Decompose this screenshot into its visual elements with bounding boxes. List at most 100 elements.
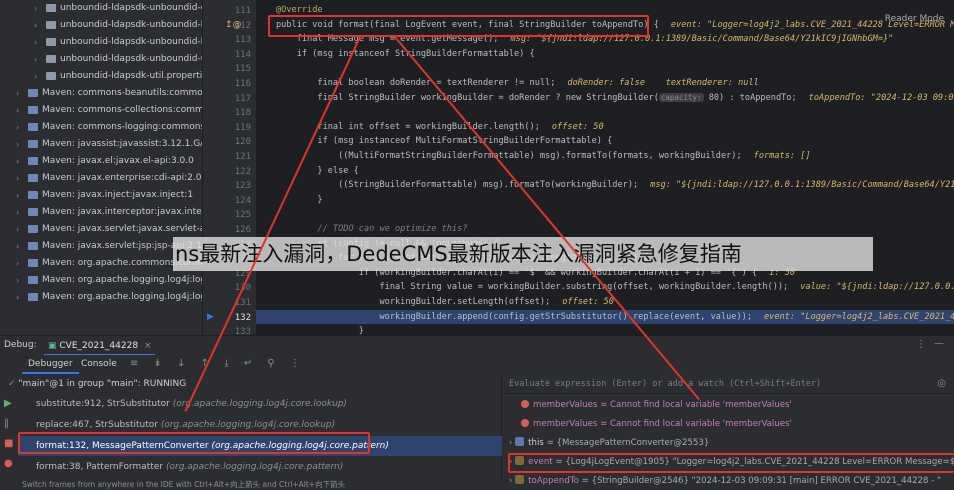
chevron-right-icon[interactable]: › [16, 238, 19, 255]
variable-row[interactable]: › toAppendTo = {StringBuilder@2546} "202… [503, 472, 954, 490]
view-breakpoints-icon[interactable]: ● [4, 458, 13, 469]
tree-item[interactable]: › unboundid-ldapsdk-unboundid-ld [0, 34, 202, 51]
code-line[interactable]: } [276, 325, 364, 335]
tree-item[interactable]: › Maven: javax.interceptor:javax.intercep… [0, 204, 202, 221]
chevron-right-icon[interactable]: › [16, 170, 19, 187]
variable-name: memberValues [533, 419, 598, 429]
code-line[interactable]: ((MultiFormatStringBuilderFormattable) m… [276, 150, 811, 162]
debug-side-toolbar: ▶ ‖ ■ ● [0, 394, 18, 490]
chevron-right-icon[interactable]: › [16, 204, 19, 221]
code-line[interactable]: if (msg instanceof MultiFormatStringBuil… [276, 135, 612, 147]
tree-item[interactable]: › Maven: javax.el:javax.el-api:3.0.0 [0, 153, 202, 170]
tree-item[interactable]: › Maven: javassist:javassist:3.12.1.GA [0, 136, 202, 153]
code-line[interactable]: final StringBuilder workingBuilder = doR… [276, 92, 954, 104]
chevron-right-icon[interactable]: › [16, 119, 19, 136]
library-icon [28, 157, 38, 165]
inline-debug-value: offset: 50 [551, 121, 604, 132]
chevron-right-icon[interactable]: › [16, 255, 19, 272]
chevron-right-icon[interactable]: › [16, 136, 19, 153]
line-number[interactable]: 116 [235, 79, 251, 89]
line-number[interactable]: 115 [235, 64, 251, 74]
code-text: workingBuilder.setLength(offset); [276, 297, 551, 307]
package-icon [46, 55, 56, 63]
line-number[interactable]: 119 [235, 123, 251, 133]
code-line[interactable]: final int offset = workingBuilder.length… [276, 121, 604, 133]
line-number[interactable]: 113 [235, 35, 251, 45]
chevron-right-icon[interactable]: › [16, 187, 19, 204]
code-line[interactable]: } else { [276, 165, 358, 177]
stop-icon[interactable]: ■ [4, 438, 13, 449]
line-number[interactable]: 126 [235, 225, 251, 235]
more-options-icon[interactable]: ⋮ [916, 339, 926, 350]
line-number[interactable]: 132 [235, 313, 251, 323]
code-line[interactable]: final boolean doRender = textRenderer !=… [276, 77, 758, 89]
line-number[interactable]: 117 [235, 94, 251, 104]
code-line[interactable]: ((StringBuilderFormattable) msg).formatT… [276, 179, 954, 191]
tree-item[interactable]: › Maven: commons-beanutils:commons-b [0, 85, 202, 102]
code-line[interactable]: workingBuilder.append(config.getStrSubst… [276, 311, 954, 323]
chevron-right-icon[interactable]: › [34, 68, 37, 85]
watch-icon[interactable]: ◎ [937, 374, 946, 394]
line-number[interactable]: 123 [235, 181, 251, 191]
line-number[interactable]: 111 [235, 6, 251, 16]
tab-console[interactable]: Console [75, 355, 123, 374]
tree-item[interactable]: › Maven: commons-logging:commons-log [0, 119, 202, 136]
tree-item[interactable]: ›Maven: org.apache.commons:commons- [0, 255, 202, 272]
tree-item[interactable]: › unboundid-ldapsdk-unboundid-ld [0, 17, 202, 34]
code-line[interactable]: // TODO can we optimize this? [276, 223, 467, 235]
object-icon [515, 437, 525, 446]
resume-icon[interactable]: ▶ [4, 398, 12, 409]
tree-item[interactable]: › unboundid-ldapsdk-unboundid-u [0, 51, 202, 68]
chevron-right-icon[interactable]: › [16, 289, 19, 306]
chevron-right-icon[interactable]: › [16, 272, 19, 289]
chevron-right-icon[interactable]: › [16, 102, 19, 119]
package-icon [46, 72, 56, 80]
toolbar-icons[interactable]: ≡ ↡ ↓ ↑ ⤓ ↵ ⚲ ⋮ [130, 358, 306, 369]
code-line[interactable]: workingBuilder.setLength(offset); offset:… [276, 296, 614, 308]
close-icon[interactable]: × [144, 341, 152, 351]
variable-row[interactable]: memberValues = Cannot find local variabl… [503, 396, 954, 414]
code-text: } [276, 326, 364, 335]
line-number[interactable]: 118 [235, 108, 251, 118]
frame-package: (org.apache.logging.log4j.core.lookup) [160, 420, 336, 430]
chevron-right-icon[interactable]: › [16, 221, 19, 238]
stack-frame[interactable]: substitute:912, StrSubstitutor (org.apac… [18, 394, 502, 414]
tree-item-label: Maven: commons-beanutils:commons-b [42, 88, 202, 98]
tree-item[interactable]: › unboundid-ldapsdk-util.properties [0, 68, 202, 85]
tree-item[interactable]: › Maven: commons-collections:commons- [0, 102, 202, 119]
chevron-right-icon[interactable]: › [34, 0, 37, 17]
line-number[interactable]: 124 [235, 196, 251, 206]
tree-item[interactable]: › Maven: javax.inject:javax.inject:1 [0, 187, 202, 204]
variable-row[interactable]: › this = {MessagePatternConverter@2553} [503, 434, 954, 452]
field-icon [515, 475, 525, 484]
tree-item[interactable]: › unboundid-ldapsdk-unboundid-co [0, 0, 202, 17]
tree-item[interactable]: › Maven: org.apache.logging.log4j:log4j-a [0, 272, 202, 289]
code-text: workingBuilder.append(config.getStrSubst… [276, 311, 752, 322]
frame-method: substitute:912, StrSubstitutor [36, 399, 170, 409]
line-number[interactable]: 122 [235, 167, 251, 177]
tree-item[interactable]: › Maven: javax.servlet:javax.servlet-api: [0, 221, 202, 238]
chevron-right-icon[interactable]: › [16, 85, 19, 102]
thread-selector[interactable]: ✓ "main"@1 in group "main": RUNNING [0, 374, 502, 394]
project-tree[interactable]: › unboundid-ldapsdk-unboundid-co › unboundi… [0, 0, 202, 335]
code-line[interactable]: final String value = workingBuilder.subs… [276, 281, 954, 293]
chevron-right-icon[interactable]: › [16, 153, 19, 170]
stack-frame[interactable]: format:38, PatternFormatter (org.apache.… [18, 457, 502, 477]
evaluate-expression-field[interactable]: Evaluate expression (Enter) or add a wat… [503, 374, 954, 394]
line-number[interactable]: 114 [235, 50, 251, 60]
minimize-icon[interactable]: — [934, 338, 944, 349]
tree-item[interactable]: › Maven: javax.servlet:jsp:jsp-api:2.1 [0, 238, 202, 255]
line-number[interactable]: 125 [235, 210, 251, 220]
tree-item[interactable]: › Maven: org.apache.logging.log4j:log4j-c [0, 289, 202, 306]
pause-icon[interactable]: ‖ [4, 418, 9, 429]
tree-item[interactable]: › Maven: javax.enterprise:cdi-api:2.0.SP1 [0, 170, 202, 187]
chevron-right-icon[interactable]: › [34, 51, 37, 68]
debug-session-tab[interactable]: ▣ CVE_2021_44228 × [44, 336, 156, 356]
line-number[interactable]: 120 [235, 137, 251, 147]
chevron-right-icon[interactable]: › [34, 34, 37, 51]
override-icon[interactable]: ↥@ [225, 20, 242, 30]
chevron-right-icon[interactable]: › [34, 17, 37, 34]
variable-row[interactable]: memberValues = Cannot find local variabl… [503, 415, 954, 433]
line-number[interactable]: 121 [235, 152, 251, 162]
tab-debugger[interactable]: Debugger [22, 355, 79, 374]
